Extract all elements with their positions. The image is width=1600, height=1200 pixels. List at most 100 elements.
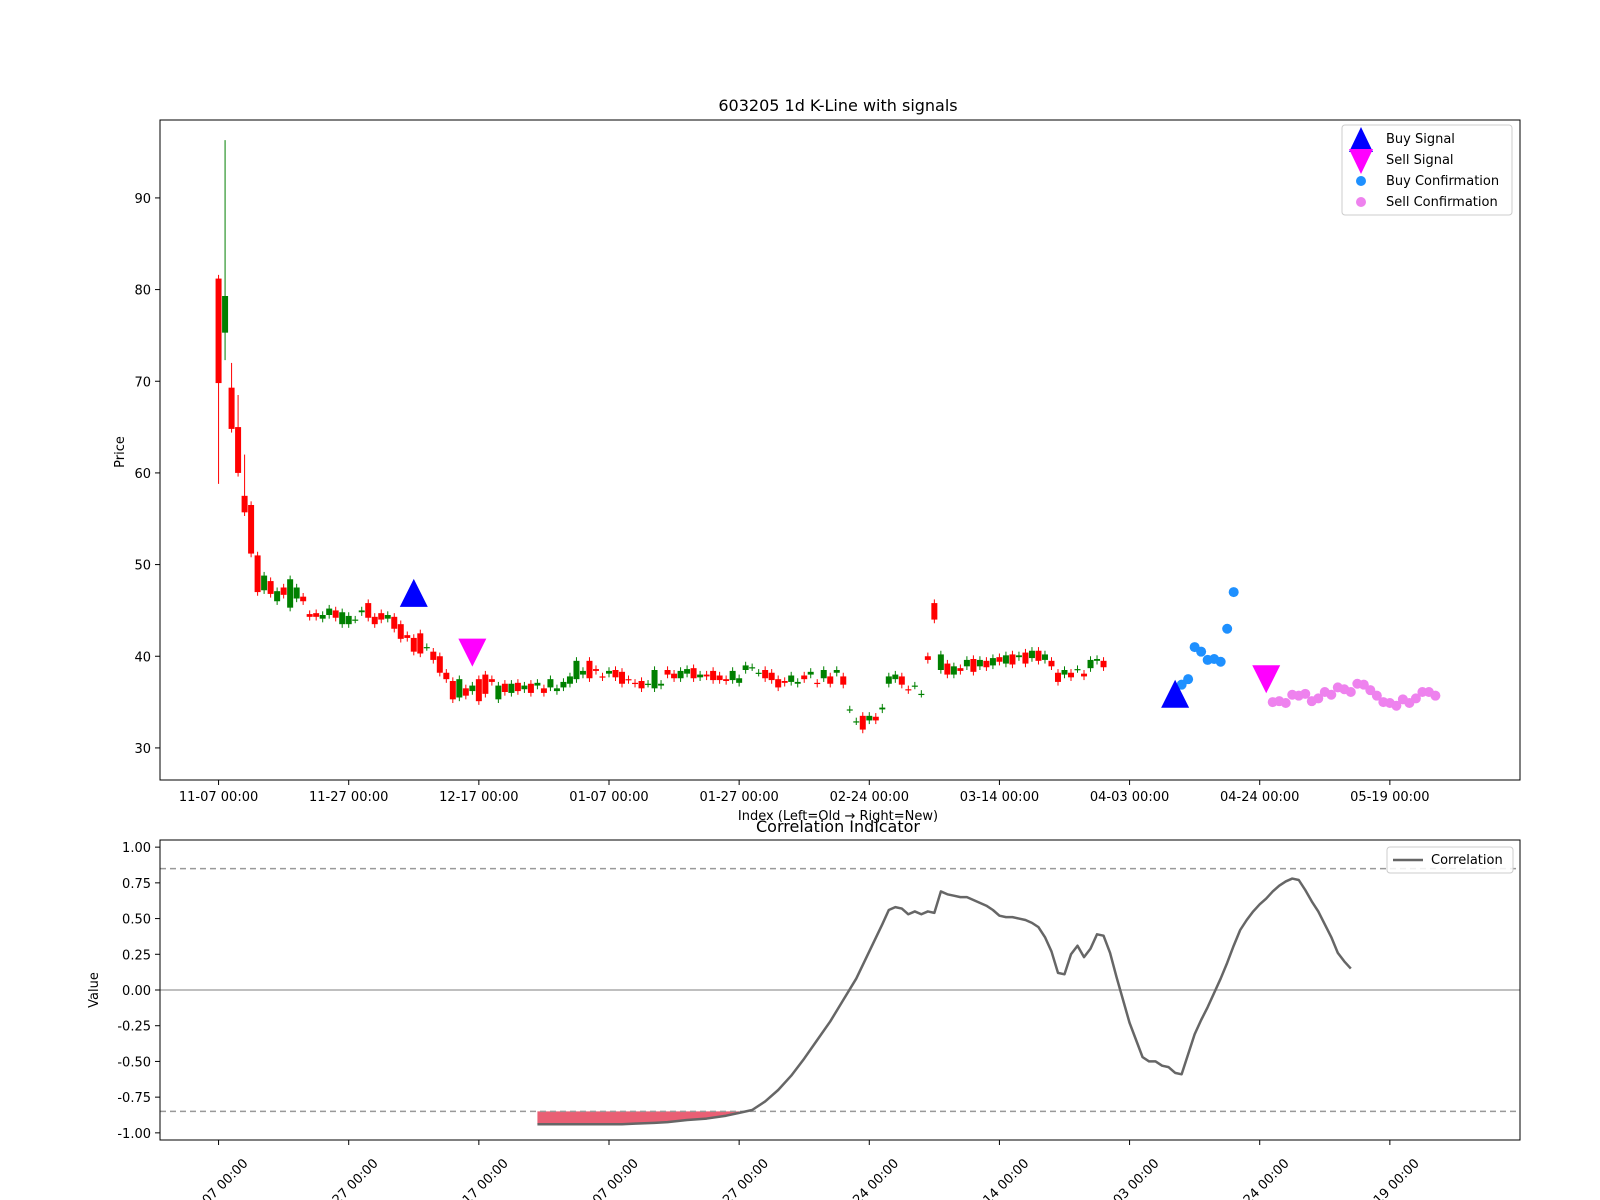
candle-body xyxy=(599,676,606,678)
candle-body xyxy=(293,587,300,599)
candle-body xyxy=(1061,670,1068,675)
candle-body xyxy=(456,679,463,698)
kline-ytick-label: 70 xyxy=(134,375,151,390)
correlation-tick-layer: 1.00 0.75 0.50 0.25 0.00 -0.25 -0.50 -0.75 -1.00… xyxy=(117,841,1422,1200)
correlation-xtick-label: 04-24 00:00 xyxy=(1226,1156,1293,1200)
correlation-ytick-label: -0.50 xyxy=(117,1055,151,1070)
candle-body xyxy=(410,637,417,652)
candle-body xyxy=(495,685,502,700)
candle-body xyxy=(514,682,521,692)
kline-ytick-label: 40 xyxy=(134,650,151,665)
kline-ytick-label: 30 xyxy=(134,742,151,757)
candle-body xyxy=(976,659,983,667)
candle-body xyxy=(755,672,762,674)
candle-body xyxy=(671,673,678,679)
candle-body xyxy=(345,615,352,625)
candle-body xyxy=(222,296,229,333)
candle-body xyxy=(931,603,938,620)
candle-body xyxy=(625,679,632,681)
legend-sell-signal-label: Sell Signal xyxy=(1386,153,1454,168)
candle-body xyxy=(645,683,652,685)
candle-body xyxy=(840,676,847,685)
candle-body xyxy=(358,610,365,613)
candle-body xyxy=(423,647,430,649)
sell-confirmation-point xyxy=(1280,698,1291,708)
candle-body xyxy=(697,674,704,678)
kline-xtick-label: 11-27 00:00 xyxy=(309,790,388,805)
kline-xtick-label: 03-14 00:00 xyxy=(960,790,1039,805)
candle-body xyxy=(924,656,931,660)
kline-xtick-label: 04-03 00:00 xyxy=(1090,790,1169,805)
candle-body xyxy=(274,591,281,602)
candle-body xyxy=(430,651,437,660)
candle-body xyxy=(475,679,482,702)
candle-body xyxy=(215,278,222,384)
candle-body xyxy=(560,681,567,688)
candle-body xyxy=(540,688,547,693)
candle-body xyxy=(326,608,333,615)
candle-body xyxy=(332,610,339,618)
candle-body xyxy=(820,670,827,679)
candle-body xyxy=(794,681,801,684)
correlation-ytick-label: 1.00 xyxy=(122,841,151,856)
candle-body xyxy=(879,707,886,710)
candle-body xyxy=(892,674,899,680)
candle-body xyxy=(651,670,658,689)
sell-confirmation-point xyxy=(1430,690,1441,701)
correlation-ytick-label: 0.00 xyxy=(122,984,151,999)
candle-body xyxy=(365,603,372,618)
candle-body xyxy=(807,671,814,675)
kline-ytick-label: 50 xyxy=(134,559,151,574)
candle-body xyxy=(605,670,612,674)
legend-buy-confirmation-marker xyxy=(1356,176,1366,186)
kline-legend: Buy Signal Sell Signal Buy Confirmation … xyxy=(1341,124,1513,216)
candle-body xyxy=(996,657,1003,662)
kline-panel: 603205 1d K-Line with signals 30 40 50 60 70… xyxy=(113,96,1521,824)
candle-body xyxy=(469,685,476,692)
correlation-ytick-label: 0.25 xyxy=(122,948,151,963)
correlation-xtick-label: 04-03 00:00 xyxy=(1096,1156,1163,1200)
candle-body xyxy=(898,676,905,685)
candle-body xyxy=(989,658,996,666)
candle-body xyxy=(267,581,274,594)
candle-body xyxy=(781,681,788,683)
candle-body xyxy=(905,689,912,691)
candle-body xyxy=(501,683,508,692)
candle-body xyxy=(319,615,326,619)
correlation-ytick-label: 0.50 xyxy=(122,913,151,928)
candle-body xyxy=(371,616,378,625)
candle-body xyxy=(768,672,775,681)
candle-body xyxy=(833,670,840,673)
correlation-ytick-label: -1.00 xyxy=(117,1127,151,1142)
candle-body xyxy=(716,675,723,681)
correlation-xtick-label: 11-27 00:00 xyxy=(315,1156,382,1200)
candle-body xyxy=(723,679,730,681)
candle-body xyxy=(313,613,320,617)
candle-body xyxy=(970,659,977,672)
candle-body xyxy=(690,668,697,679)
candle-body xyxy=(1094,659,1101,661)
candle-body xyxy=(378,613,385,620)
candle-body xyxy=(638,681,645,689)
candle-body xyxy=(508,683,515,693)
candle-body xyxy=(664,670,671,675)
legend-buy-confirmation-label: Buy Confirmation xyxy=(1386,174,1499,189)
candle-body xyxy=(1002,655,1009,664)
candle-body xyxy=(306,614,313,617)
kline-xtick-label: 05-19 00:00 xyxy=(1350,790,1429,805)
correlation-xtick-label: 05-19 00:00 xyxy=(1356,1156,1423,1200)
candle-body xyxy=(619,671,626,684)
candle-body xyxy=(736,678,743,683)
candle-body xyxy=(1048,660,1055,667)
candle-body xyxy=(280,587,287,595)
legend-buy-signal-label: Buy Signal xyxy=(1386,132,1455,147)
figure: 603205 1d K-Line with signals 30 40 50 60 70… xyxy=(87,96,1521,1200)
candle-body xyxy=(352,619,359,621)
candle-body xyxy=(436,656,443,673)
candle-body xyxy=(566,676,573,684)
buy-confirmation-point xyxy=(1196,646,1207,657)
kline-xtick-label: 04-24 00:00 xyxy=(1220,790,1299,805)
candle-body xyxy=(801,675,808,680)
candle-body xyxy=(950,666,957,675)
candle-body xyxy=(846,709,853,711)
